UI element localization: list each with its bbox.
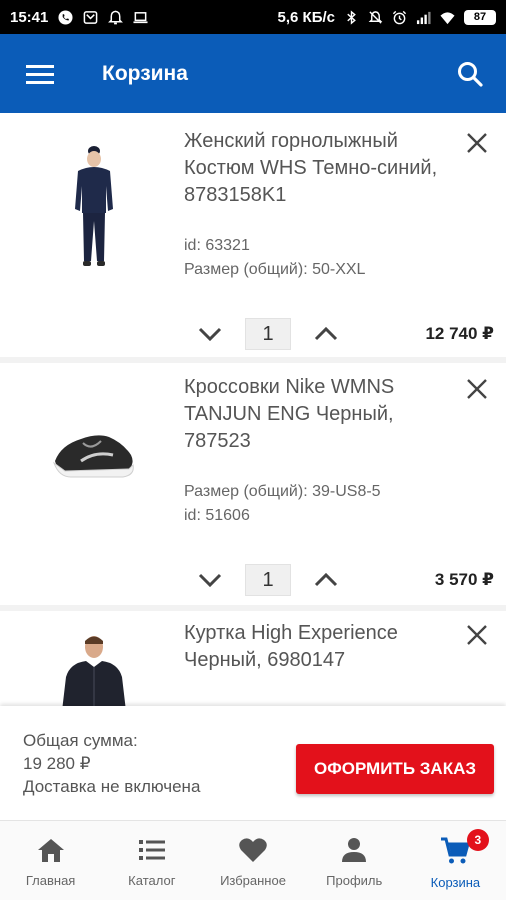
bottom-navigation: Главная Каталог Избранное Профиль 3 Корз… [0, 820, 506, 900]
cart-count-badge: 3 [466, 829, 489, 851]
order-summary: Общая сумма: 19 280 ₽ Доставка не включе… [0, 706, 506, 820]
battery-icon: 87 [464, 9, 496, 25]
mail-icon [84, 10, 98, 24]
nav-item-catalog[interactable]: Каталог [101, 821, 202, 900]
nav-label: Каталог [128, 873, 176, 888]
remove-item-button[interactable] [460, 372, 494, 406]
close-icon [467, 379, 487, 399]
nav-label: Корзина [430, 875, 481, 890]
phone-icon [58, 9, 73, 25]
close-icon [467, 625, 487, 645]
cart-item: Женский горнолыжный Костюм WHS Темно-син… [0, 113, 506, 357]
product-size: Размер (общий): 50-XXL [184, 261, 366, 278]
search-button[interactable] [448, 52, 492, 96]
increase-quantity-button[interactable] [306, 314, 346, 354]
alarm-icon [392, 10, 407, 24]
nav-label: Профиль [326, 873, 383, 888]
status-time: 15:41 [10, 8, 49, 26]
chevron-up-icon [314, 327, 338, 341]
chevron-down-icon [198, 573, 222, 587]
cart-list[interactable]: Женский горнолыжный Костюм WHS Темно-син… [0, 113, 506, 706]
bluetooth-icon [347, 9, 356, 25]
bell-icon [108, 10, 124, 24]
laptop-icon [133, 11, 148, 23]
remove-item-button[interactable] [460, 126, 494, 160]
item-price: 12 740 ₽ [425, 324, 494, 343]
close-icon [467, 133, 487, 153]
heart-icon [239, 838, 267, 862]
quantity-value[interactable]: 1 [245, 564, 291, 596]
signal-icon [416, 11, 431, 24]
product-image[interactable] [44, 141, 144, 271]
cart-item: Кроссовки Nike WMNS TANJUN ENG Черный, 7… [0, 363, 506, 605]
menu-button[interactable] [0, 34, 80, 113]
mute-icon [368, 10, 383, 24]
wifi-icon [440, 11, 455, 24]
nav-item-profile[interactable]: Профиль [304, 821, 405, 900]
remove-item-button[interactable] [460, 618, 494, 652]
nav-label: Избранное [220, 873, 286, 888]
status-bar: 15:41 5,6 КБ/с 87 [0, 0, 506, 34]
product-image[interactable] [44, 403, 144, 503]
network-speed: 5,6 КБ/с [277, 8, 335, 26]
chevron-up-icon [314, 573, 338, 587]
nav-item-home[interactable]: Главная [0, 821, 101, 900]
nav-item-favorites[interactable]: Избранное [202, 821, 303, 900]
total-label: Общая сумма: [23, 731, 138, 750]
item-price: 3 570 ₽ [434, 570, 494, 589]
nav-item-cart[interactable]: 3 Корзина [405, 821, 506, 900]
product-name[interactable]: Куртка High Experience Черный, 6980147 [184, 620, 446, 674]
decrease-quantity-button[interactable] [190, 314, 230, 354]
catalog-list-icon [138, 840, 165, 860]
product-image[interactable] [44, 633, 144, 706]
checkout-button[interactable]: ОФОРМИТЬ ЗАКАЗ [296, 744, 494, 794]
page-title: Корзина [102, 61, 188, 85]
nav-label: Главная [25, 873, 76, 888]
search-icon [458, 62, 483, 87]
app-bar: Корзина [0, 34, 506, 113]
cart-item: Куртка High Experience Черный, 6980147 [0, 611, 506, 706]
cart-icon [441, 837, 471, 864]
quantity-value[interactable]: 1 [245, 318, 291, 350]
product-size: Размер (общий): 39-US8-5 [184, 483, 381, 500]
decrease-quantity-button[interactable] [190, 560, 230, 600]
hamburger-menu-icon [26, 64, 54, 84]
chevron-down-icon [198, 327, 222, 341]
total-value: 19 280 ₽ [23, 754, 91, 773]
home-icon [37, 839, 64, 862]
product-id: id: 51606 [184, 507, 250, 524]
delivery-note: Доставка не включена [23, 777, 201, 796]
product-id: id: 63321 [184, 237, 250, 254]
product-name[interactable]: Женский горнолыжный Костюм WHS Темно-син… [184, 128, 446, 209]
person-icon [342, 838, 367, 862]
increase-quantity-button[interactable] [306, 560, 346, 600]
product-name[interactable]: Кроссовки Nike WMNS TANJUN ENG Черный, 7… [184, 374, 446, 455]
